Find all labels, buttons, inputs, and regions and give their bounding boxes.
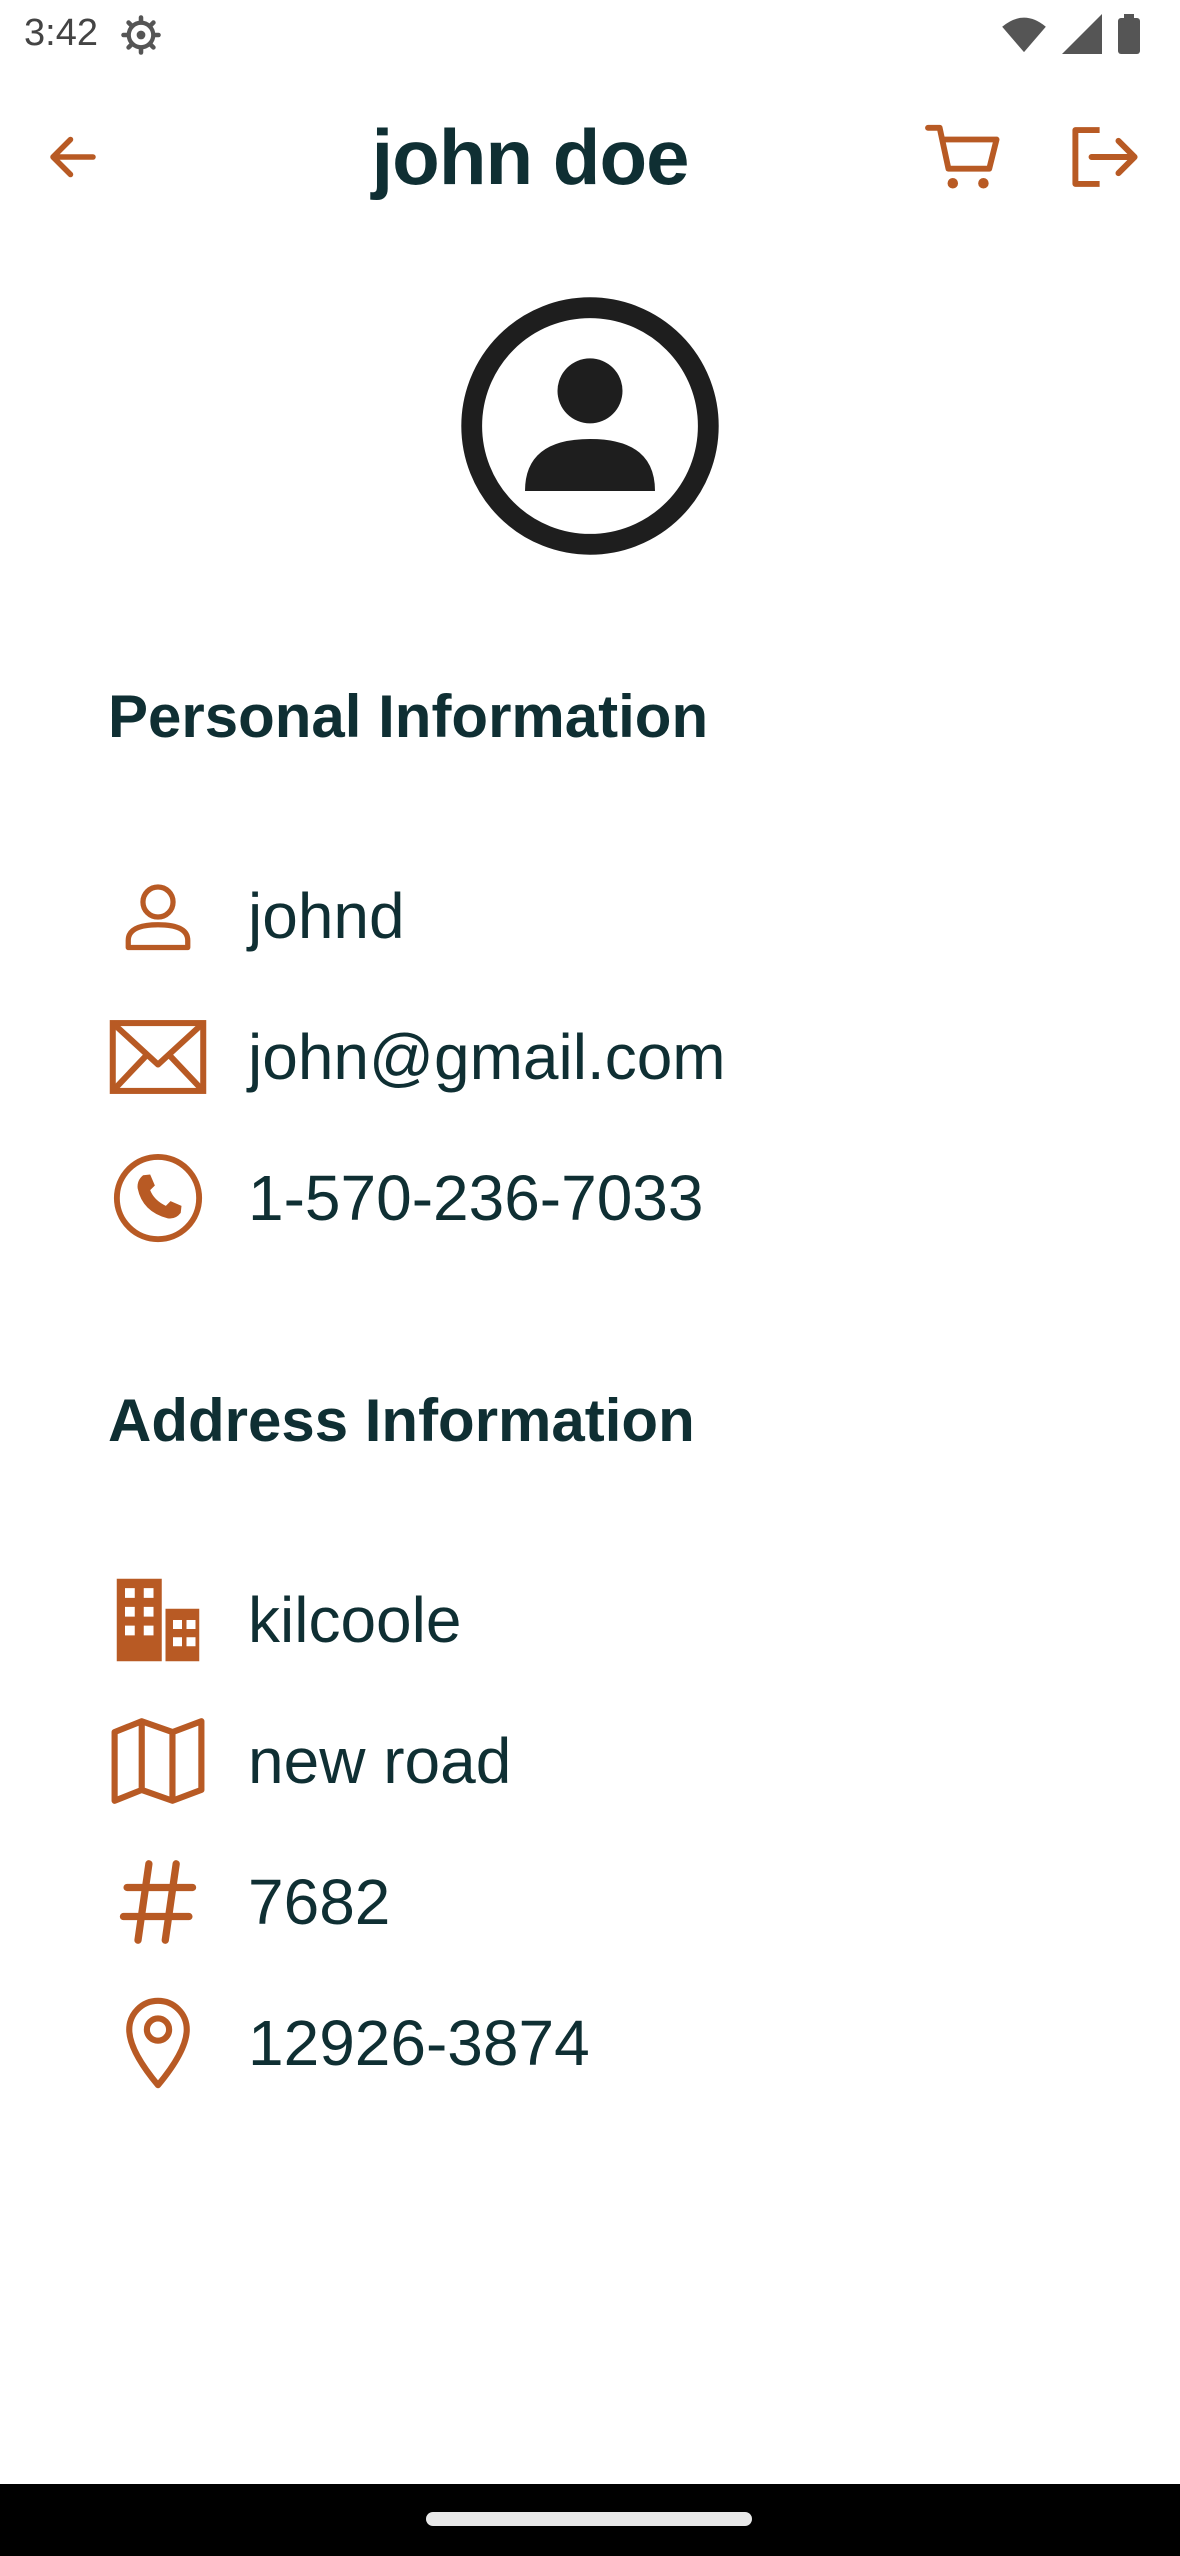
building-icon [116, 1578, 200, 1662]
logout-icon [1072, 127, 1138, 187]
system-navigation-bar [0, 2484, 1180, 2556]
username-row: johnd [108, 866, 405, 966]
email-value: john@gmail.com [248, 1021, 726, 1093]
hash-icon [119, 1860, 197, 1944]
cellular-signal-icon [1062, 14, 1102, 54]
map-icon [111, 1718, 205, 1804]
city-row: kilcoole [108, 1570, 461, 1670]
home-gesture-handle[interactable] [426, 2512, 752, 2526]
email-row: john@gmail.com [108, 1007, 726, 1107]
number-row: 7682 [108, 1852, 390, 1952]
phone-icon [113, 1153, 203, 1243]
page-title: john doe [371, 113, 690, 201]
person-icon [125, 884, 191, 951]
status-bar: 3:42 [0, 0, 1180, 72]
battery-icon [1118, 14, 1140, 54]
zipcode-row: 12926-3874 [108, 1993, 590, 2093]
cart-button[interactable] [918, 112, 1008, 202]
phone-value: 1-570-236-7033 [248, 1162, 704, 1234]
number-value: 7682 [248, 1866, 391, 1938]
status-time: 3:42 [24, 12, 98, 54]
location-pin-icon [126, 1997, 190, 2089]
street-row: new road [108, 1711, 511, 1811]
logout-button[interactable] [1060, 112, 1150, 202]
cart-icon [925, 124, 1000, 189]
phone-row: 1-570-236-7033 [108, 1148, 703, 1248]
settings-gear-icon [121, 15, 161, 55]
personal-info-heading: Personal Information [108, 683, 709, 750]
street-value: new road [248, 1725, 512, 1797]
address-info-heading: Address Information [108, 1387, 695, 1454]
username-value: johnd [248, 880, 405, 952]
mail-icon [109, 1020, 207, 1094]
wifi-icon [1002, 17, 1046, 53]
account-circle-icon [461, 297, 719, 555]
zipcode-value: 12926-3874 [248, 2007, 590, 2079]
city-value: kilcoole [248, 1584, 462, 1656]
